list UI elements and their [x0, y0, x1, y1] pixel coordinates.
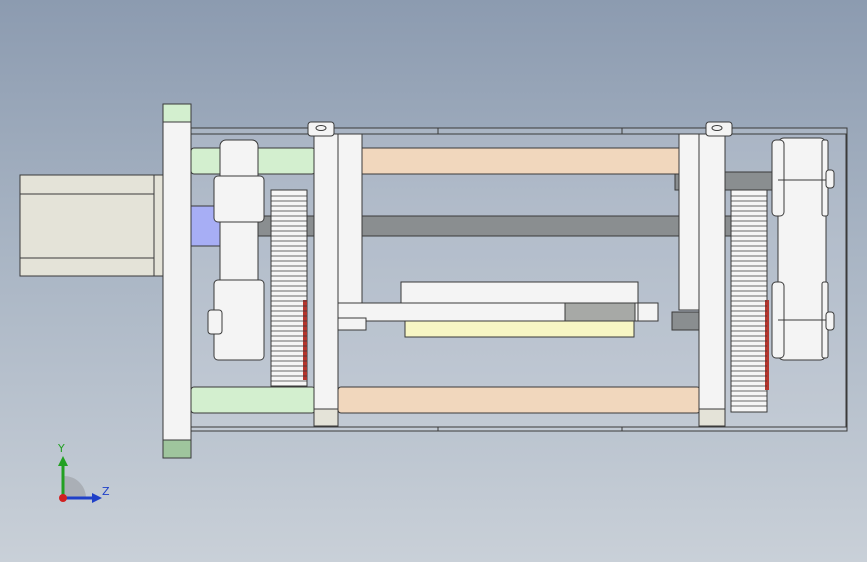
top-guide-rod[interactable]: [190, 147, 701, 175]
bottom-guide-rod[interactable]: [190, 386, 701, 414]
gearbox-assembly-model[interactable]: [0, 0, 867, 562]
right-spur-gear[interactable]: [730, 189, 769, 413]
motor-flange-plate[interactable]: [162, 103, 192, 459]
view-orientation-triad-icon[interactable]: Y Z: [48, 440, 118, 510]
cad-viewport[interactable]: Y Z: [0, 0, 867, 562]
right-timing-pulley[interactable]: [771, 137, 835, 361]
stepper-motor[interactable]: [19, 174, 165, 277]
left-spur-gear[interactable]: [270, 189, 308, 387]
y-axis-label: Y: [58, 442, 65, 455]
z-axis-label: Z: [102, 485, 110, 498]
